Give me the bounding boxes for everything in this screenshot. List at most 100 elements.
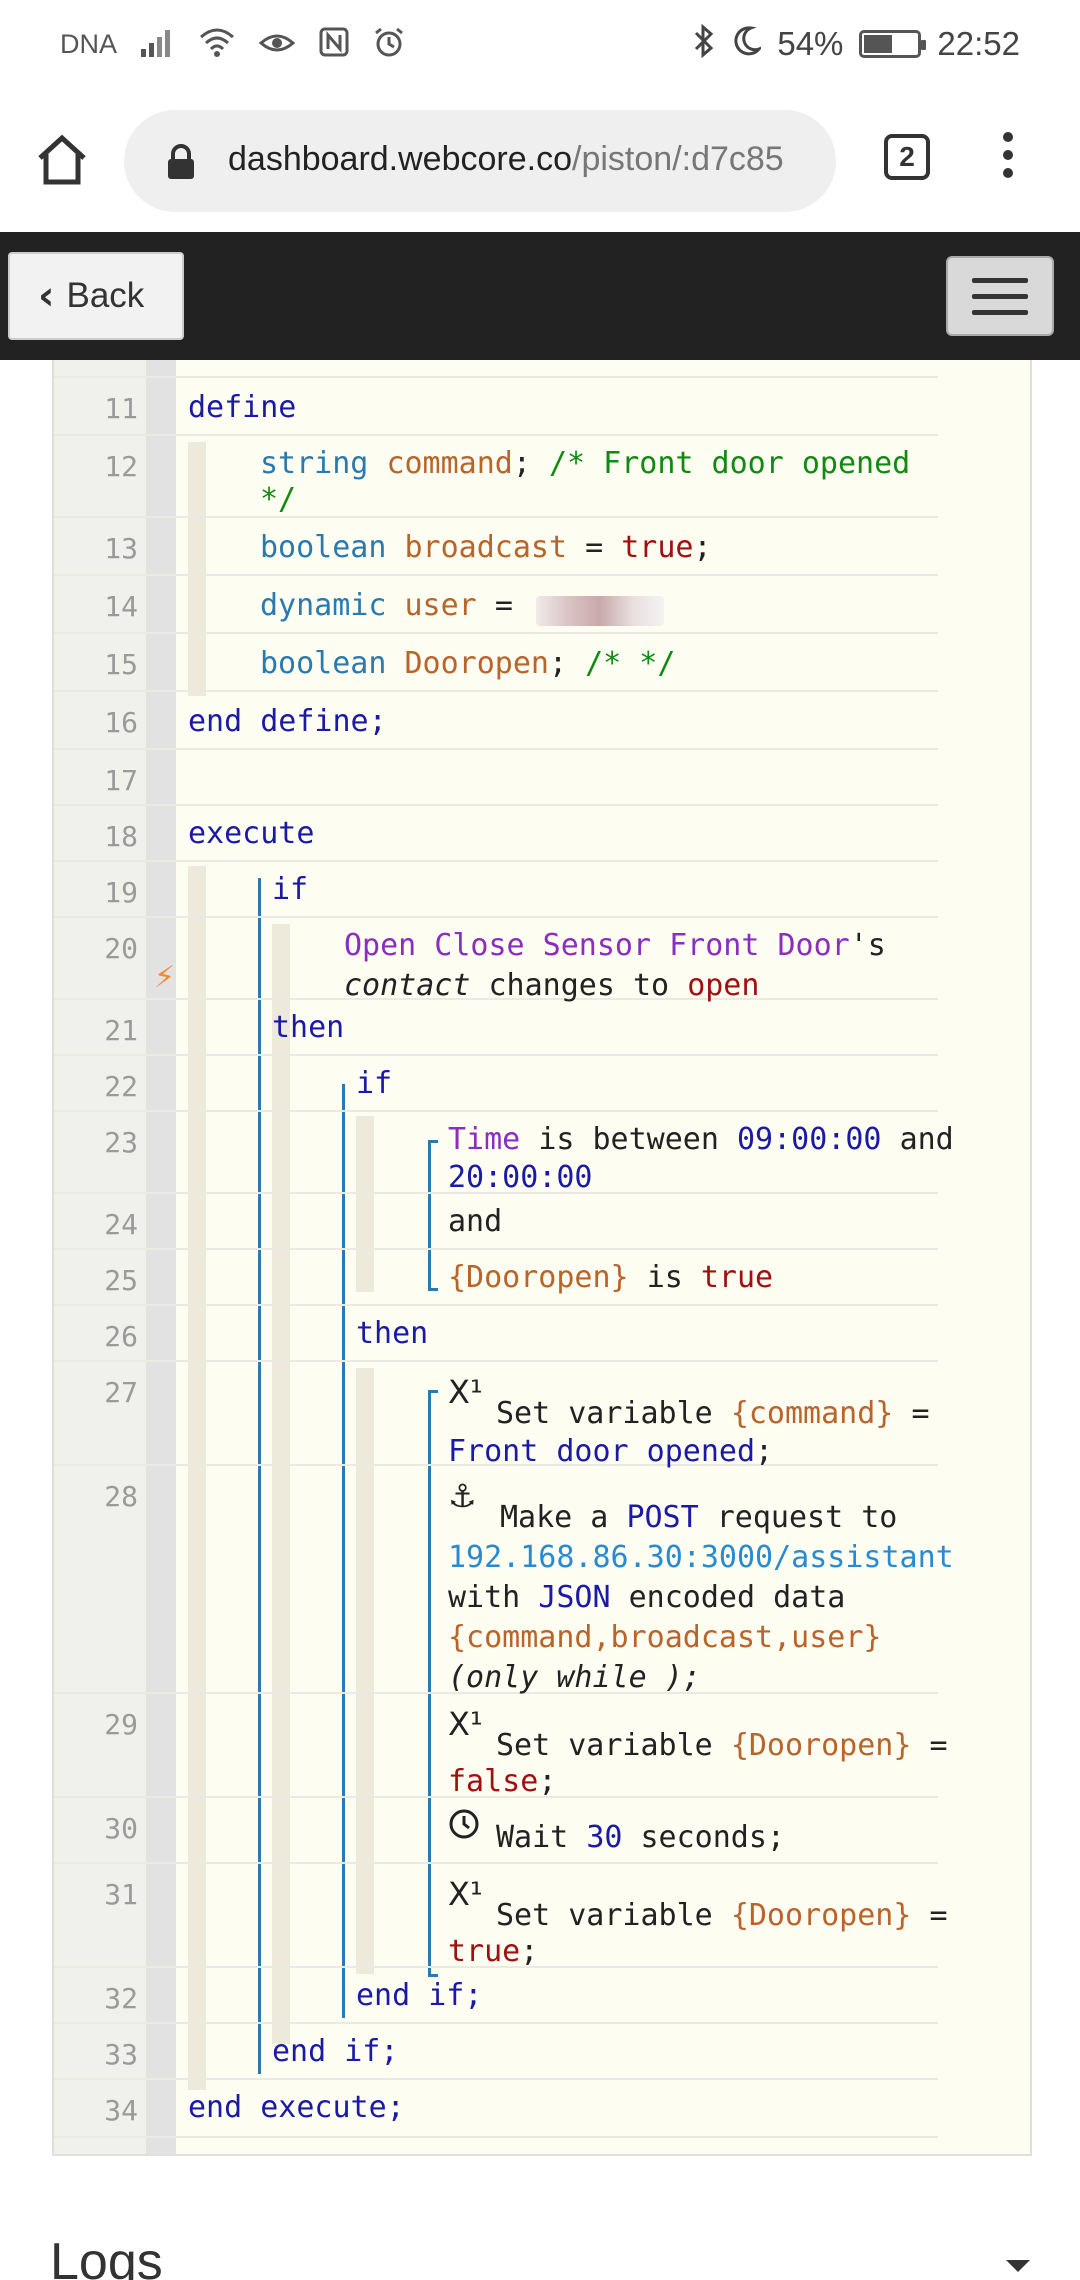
keyword-end-if[interactable]: end if; xyxy=(356,1976,482,2016)
set-command-value[interactable]: Front door opened; xyxy=(448,1432,773,1472)
line-number: 30 xyxy=(104,1812,138,1845)
code-row[interactable]: 24 and xyxy=(54,1196,938,1250)
declaration-command[interactable]: string command; /* Front door opened xyxy=(260,444,910,484)
code-row[interactable]: 14 dynamic user = xyxy=(54,578,938,634)
line-number: 17 xyxy=(104,764,138,797)
code-row[interactable]: 33 end if; xyxy=(54,2026,938,2080)
code-row[interactable]: 25 {Dooropen} is true xyxy=(54,1252,938,1306)
redacted-value xyxy=(536,596,664,626)
keyword-then[interactable]: then xyxy=(272,1008,344,1048)
tab-switcher-button[interactable]: 2 xyxy=(884,134,930,180)
set-dooropen-value[interactable]: true; xyxy=(448,1932,538,1972)
line-number: 16 xyxy=(104,706,138,739)
code-row[interactable]: 32 end if; xyxy=(54,1970,938,2024)
code-row[interactable]: 31 X¹ Set variable {Dooropen} = true; xyxy=(54,1866,948,1969)
status-bar: DNA 54% 22:52 xyxy=(0,0,1080,92)
eye-icon xyxy=(258,27,296,62)
code-row[interactable]: 34 end execute; xyxy=(54,2082,938,2138)
clock: 22:52 xyxy=(937,24,1020,62)
line-number: 26 xyxy=(104,1320,138,1353)
keyword-define[interactable]: define xyxy=(188,388,296,428)
code-row[interactable]: 29 X¹ Set variable {Dooropen} = false; xyxy=(54,1696,948,1799)
home-icon[interactable] xyxy=(32,130,92,190)
time-end[interactable]: 20:00:00 xyxy=(448,1158,593,1198)
code-row[interactable]: 16 end define; xyxy=(54,694,938,750)
set-dooropen-action[interactable]: Set variable {Dooropen} = xyxy=(496,1726,948,1766)
declaration-dooropen[interactable]: boolean Dooropen; /* */ xyxy=(260,644,675,684)
address-bar[interactable]: dashboard.webcore.co/piston/:d7c85 xyxy=(124,110,836,212)
request-only-while[interactable]: (only while ); xyxy=(448,1658,701,1698)
trigger-condition[interactable]: Open Close Sensor Front Door's xyxy=(344,926,886,966)
line-number: 23 xyxy=(104,1126,138,1159)
line-number: 21 xyxy=(104,1014,138,1047)
code-row[interactable]: 23 Time is between 09:00:00 and 20:00:00 xyxy=(54,1114,954,1195)
code-row[interactable]: 22 if xyxy=(54,1058,938,1112)
bluetooth-icon xyxy=(693,23,715,63)
code-row[interactable]: 11 define xyxy=(54,380,938,436)
app-header: ‹ Back xyxy=(0,232,1080,360)
keyword-end-execute[interactable]: end execute; xyxy=(188,2088,405,2128)
comment-end: */ xyxy=(260,482,297,517)
line-number: 27 xyxy=(104,1376,138,1409)
set-dooropen-action[interactable]: Set variable {Dooropen} = xyxy=(496,1896,948,1936)
line-number: 29 xyxy=(104,1708,138,1741)
code-row[interactable]: 26 then xyxy=(54,1308,938,1362)
code-row[interactable]: 19 if xyxy=(54,864,938,918)
line-number: 28 xyxy=(104,1480,138,1513)
back-label: Back xyxy=(66,276,145,315)
code-row[interactable]: 15 boolean Dooropen; /* */ xyxy=(54,636,938,692)
nfc-icon xyxy=(319,27,349,62)
trigger-icon: ⚡ xyxy=(154,960,176,995)
code-row[interactable]: 17 xyxy=(54,752,938,806)
code-row[interactable]: 30 Wait 30 seconds; xyxy=(54,1800,938,1864)
code-row[interactable]: 21 then xyxy=(54,1002,938,1056)
code-row[interactable]: 12 string command; /* Front door opened … xyxy=(54,438,938,518)
request-encoding[interactable]: with JSON encoded data xyxy=(448,1578,845,1618)
back-button[interactable]: ‹ Back xyxy=(8,252,184,340)
wifi-icon xyxy=(199,27,235,62)
wait-action[interactable]: Wait 30 seconds; xyxy=(496,1818,785,1858)
http-request-action[interactable]: Make a POST request to xyxy=(500,1498,897,1538)
trigger-condition-detail[interactable]: contact changes to open xyxy=(344,966,759,1006)
keyword-execute[interactable]: execute xyxy=(188,814,314,854)
set-dooropen-value[interactable]: false; xyxy=(448,1762,556,1802)
line-number: 18 xyxy=(104,820,138,853)
url-host: dashboard.webcore.co xyxy=(228,140,573,178)
piston-code-view: 11 define 12 string command; /* Front do… xyxy=(52,360,1032,2156)
line-number: 22 xyxy=(104,1070,138,1103)
url-text: dashboard.webcore.co/piston/:d7c85 xyxy=(228,140,784,179)
battery-icon xyxy=(859,29,927,58)
set-variable-icon: X¹ xyxy=(448,1373,483,1411)
clock-icon xyxy=(448,1808,480,1849)
dooropen-condition[interactable]: {Dooropen} is true xyxy=(448,1258,773,1298)
logical-and[interactable]: and xyxy=(448,1202,502,1242)
code-row[interactable]: 18 execute xyxy=(54,808,938,862)
alarm-icon xyxy=(373,26,405,63)
code-row[interactable]: 13 boolean broadcast = true; xyxy=(54,520,938,576)
keyword-end-define[interactable]: end define; xyxy=(188,702,387,742)
keyword-if[interactable]: if xyxy=(356,1064,392,1104)
line-number: 15 xyxy=(104,648,138,681)
line-number: 12 xyxy=(104,450,138,483)
keyword-end-if[interactable]: end if; xyxy=(272,2032,398,2072)
hamburger-menu-button[interactable] xyxy=(946,256,1054,336)
code-row xyxy=(54,360,938,378)
code-row[interactable]: 20 ⚡ Open Close Sensor Front Door's cont… xyxy=(54,920,938,1003)
line-number: 13 xyxy=(104,532,138,565)
anchor-icon: ⚓ xyxy=(448,1477,477,1515)
code-row[interactable]: 27 X¹ Set variable {command} = Front doo… xyxy=(54,1364,938,1469)
time-condition[interactable]: Time is between 09:00:00 and xyxy=(448,1120,954,1160)
declaration-broadcast[interactable]: boolean broadcast = true; xyxy=(260,528,712,568)
keyword-then[interactable]: then xyxy=(356,1314,428,1354)
line-number: 32 xyxy=(104,1982,138,2015)
keyword-if[interactable]: if xyxy=(272,870,308,910)
set-command-action[interactable]: Set variable {command} = xyxy=(496,1394,930,1434)
declaration-user[interactable]: dynamic user = xyxy=(260,586,513,626)
more-options-icon[interactable] xyxy=(998,132,1018,186)
request-endpoint[interactable]: 192.168.86.30:3000/assistant xyxy=(448,1538,954,1578)
code-row[interactable]: 28 ⚓ Make a POST request to 192.168.86.3… xyxy=(54,1468,954,1695)
line-number: 11 xyxy=(104,392,138,425)
logs-section-title[interactable]: Logs xyxy=(50,2232,163,2280)
request-payload[interactable]: {command,broadcast,user} xyxy=(448,1618,881,1658)
chevron-down-icon[interactable] xyxy=(1006,2260,1030,2272)
